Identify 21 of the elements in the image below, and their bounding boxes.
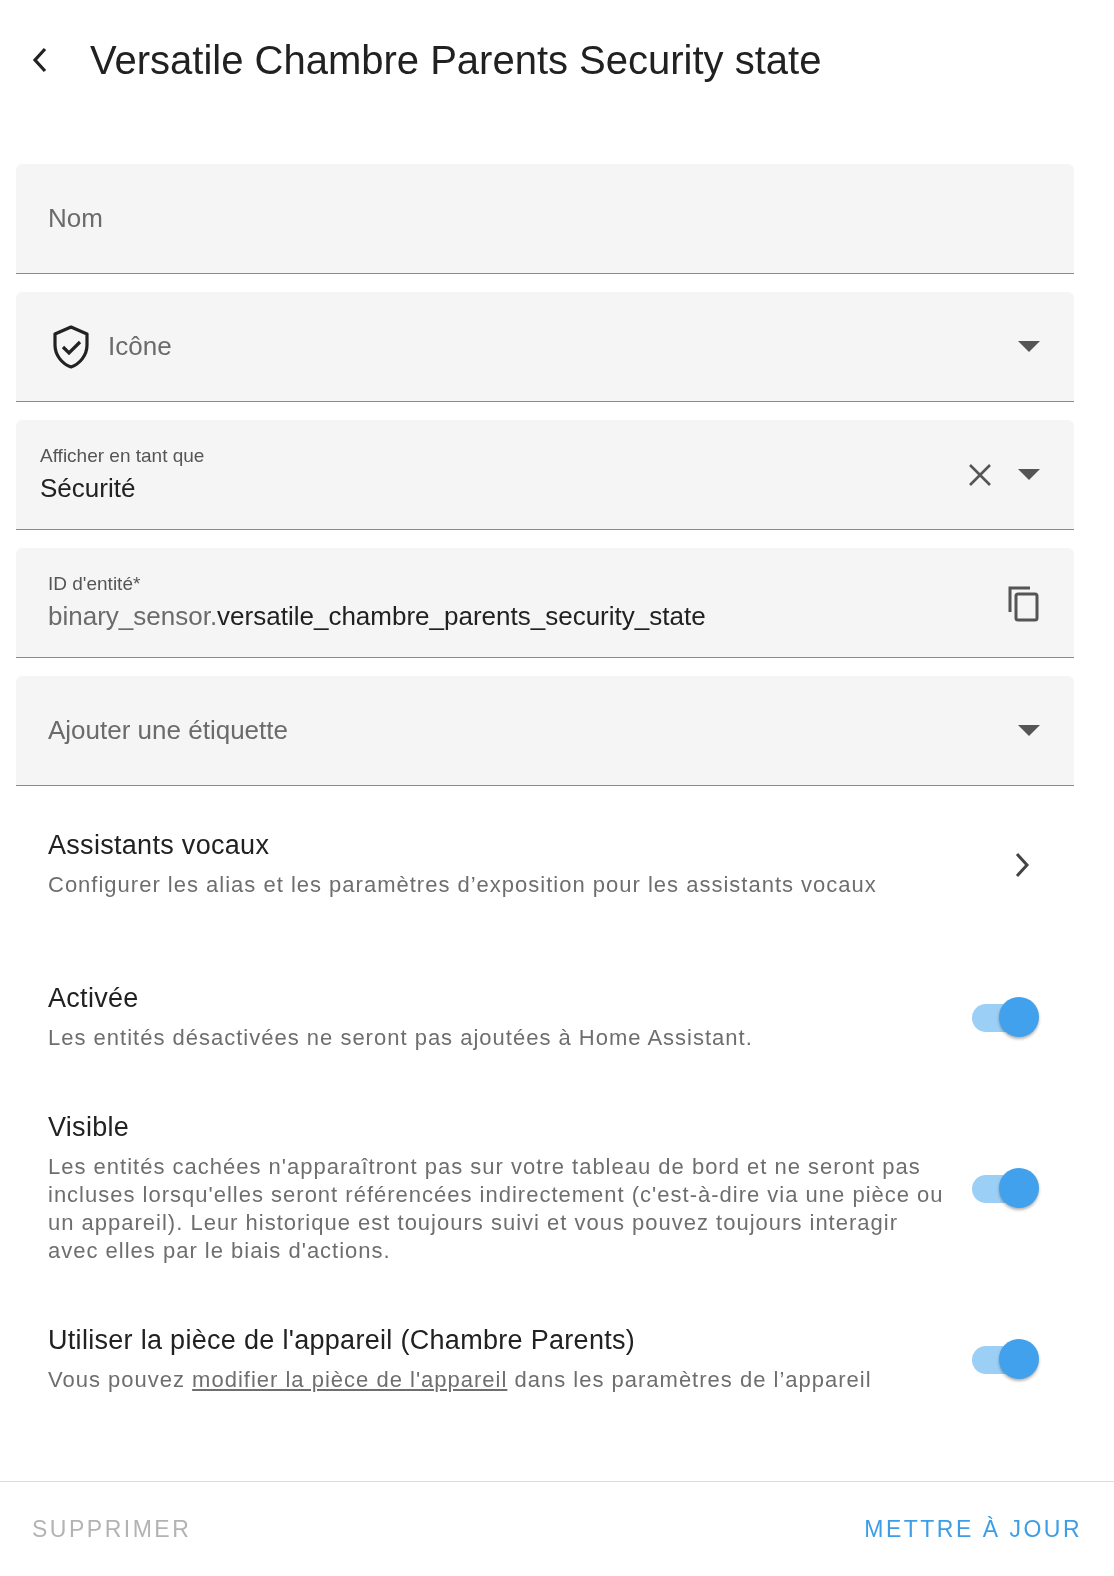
name-field[interactable]: Nom — [16, 164, 1074, 274]
setting-title: Activée — [48, 983, 140, 1014]
field-value: Sécurité — [40, 473, 137, 504]
entity-id-field[interactable]: ID d'entité* binary_sensor.versatile_chambre_parents_security_state — [16, 548, 1074, 658]
voice-assistants-description: Configurer les alias et les paramètres d’exposition pour les assistants vocaux — [48, 871, 878, 899]
setting-title: Utiliser la pièce de l'appareil (Chambre Parents) — [48, 1325, 637, 1356]
voice-assistants-title[interactable]: Assistants vocaux — [48, 830, 944, 861]
setting-description: Vous pouvez modifier la pièce de l'appareil dans les paramètres de l’appareil — [48, 1366, 873, 1394]
setting-description: Les entités désactivées ne seront pas ajoutées à Home Assistant. — [48, 1024, 754, 1052]
setting-title: Visible — [48, 1112, 131, 1143]
setting-description: Les entités cachées n'apparaîtront pas sur votre tableau de bord et ne seront pas incluses lorsqu'elles seront référencées indirectement (c'est-à-dire via une pièce ou un appareil). Leur historique est toujours suivi et vous pouvez toujours interagir avec elles par le biais d'actions. — [48, 1153, 944, 1265]
field-value: binary_sensor.versatile_chambre_parents_security_state — [48, 601, 707, 632]
room-link[interactable]: modifier la pièce de l'appareil — [192, 1367, 508, 1392]
field-label: ID d'entité* — [48, 573, 142, 595]
shield-check-icon — [52, 324, 90, 369]
icon-picker[interactable]: Icône — [16, 292, 1074, 402]
label-dropdown[interactable]: Ajouter une étiquette — [16, 676, 1074, 786]
show-as-select[interactable]: Afficher en tant que Sécurité — [16, 420, 1074, 530]
update-button[interactable]: METTRE À JOUR — [864, 1507, 1082, 1551]
field-label: Afficher en tant que — [40, 445, 206, 467]
page-title: Versatile Chambre Parents Security state — [90, 37, 822, 83]
